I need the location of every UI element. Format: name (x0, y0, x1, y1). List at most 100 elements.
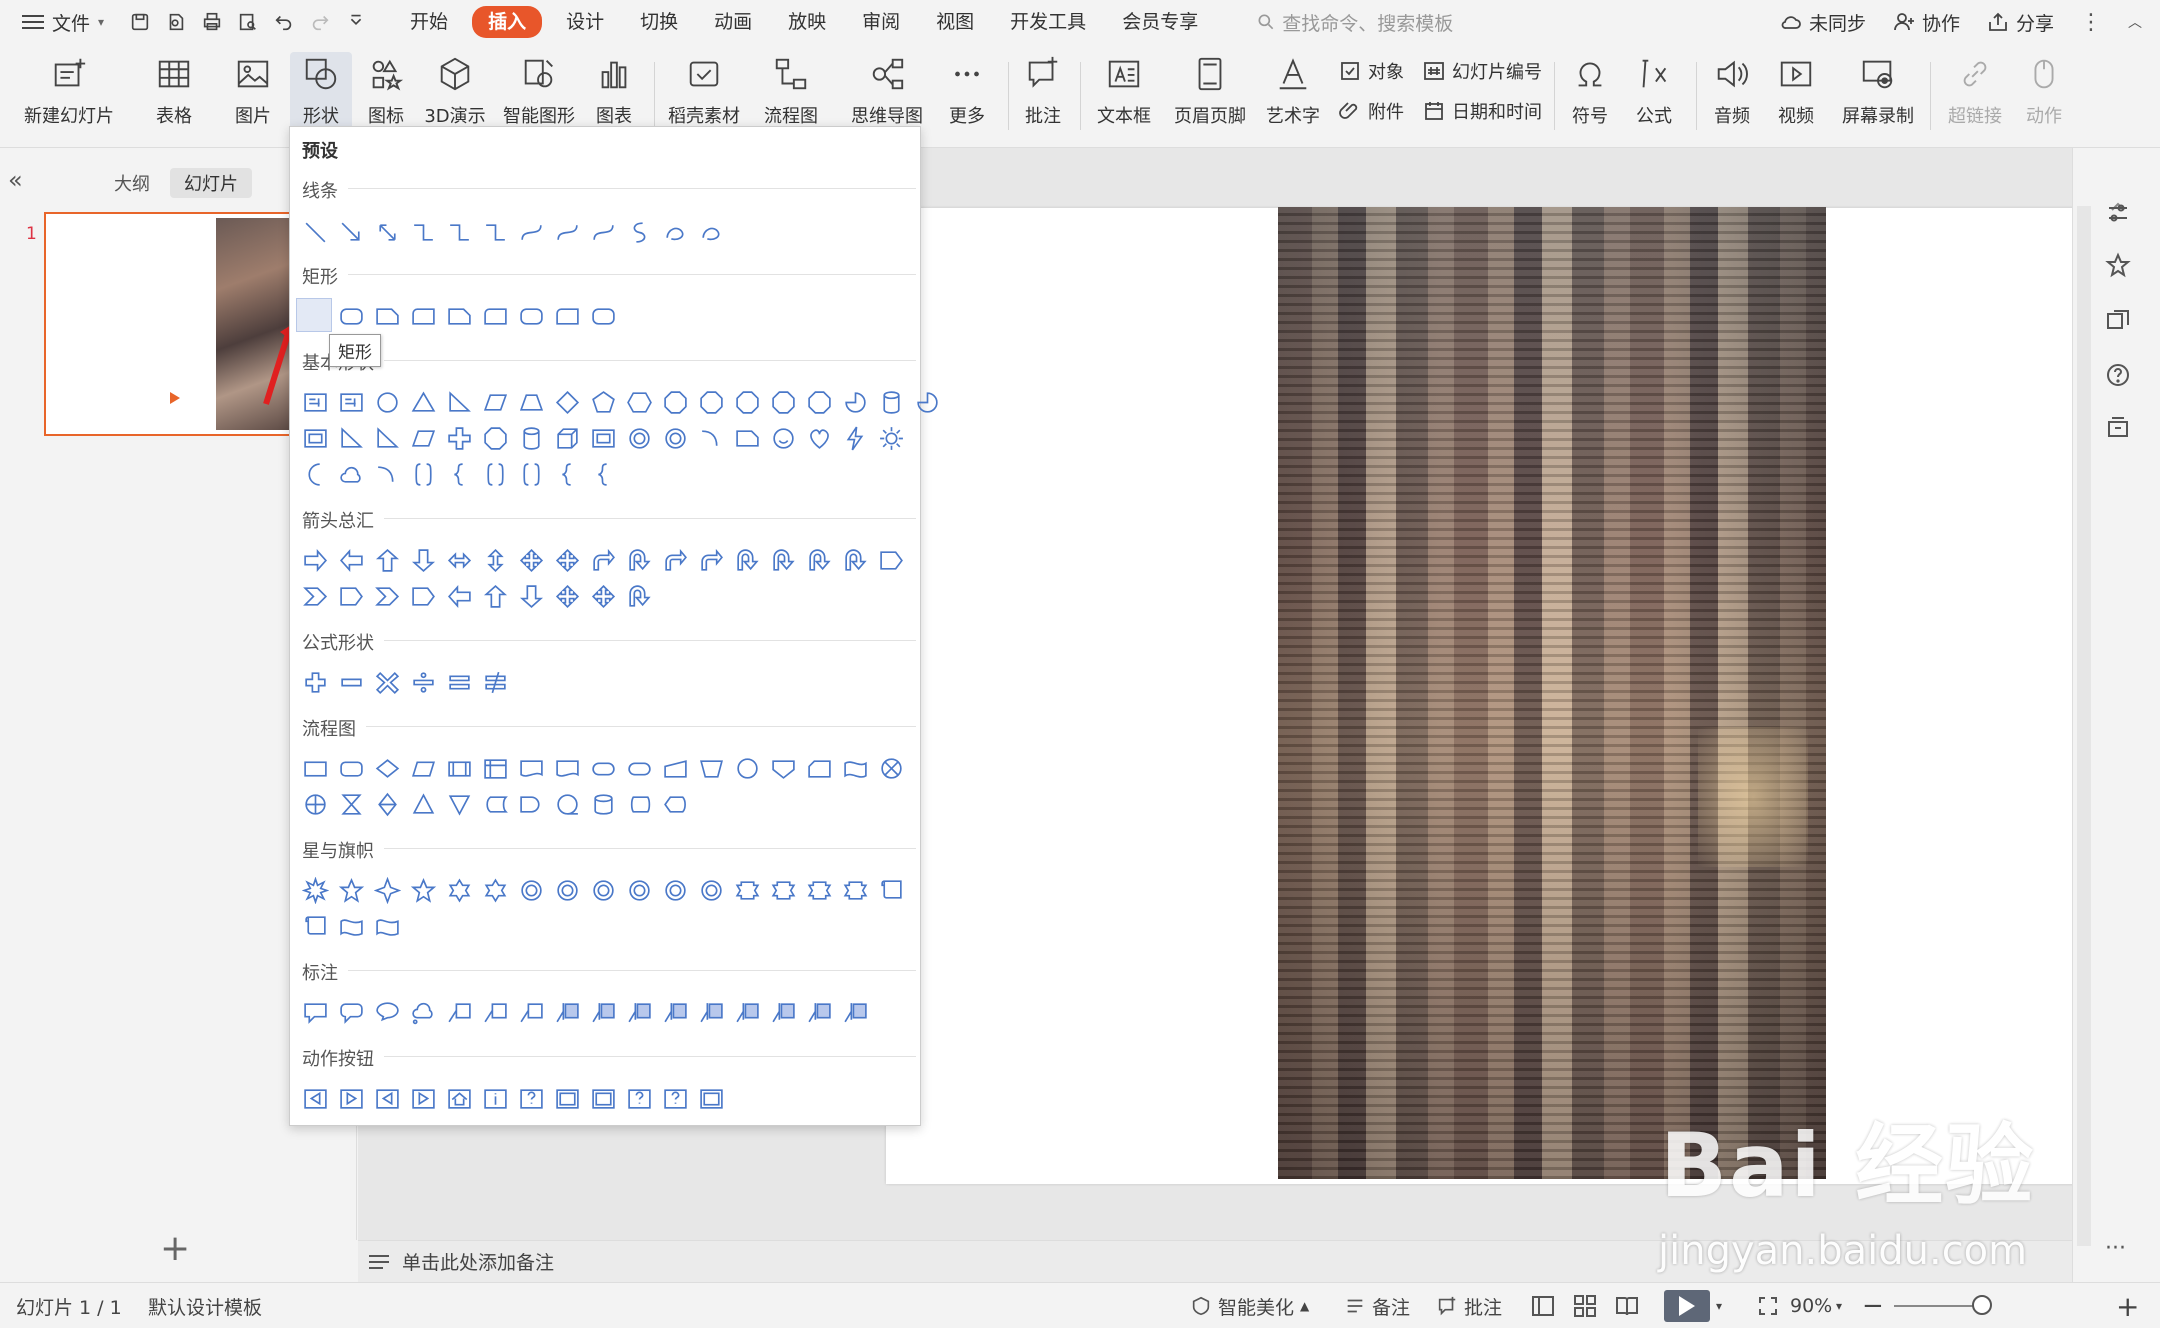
co-acc-shape-icon[interactable] (662, 999, 689, 1026)
object-button[interactable]: 对象 (1338, 58, 1404, 84)
comment-button[interactable]: 批注 (1018, 52, 1068, 140)
tab-view[interactable]: 视图 (918, 0, 992, 44)
curve-shape-icon[interactable] (554, 219, 581, 246)
slide-thumbnail[interactable] (44, 212, 294, 436)
round1-shape-icon[interactable] (554, 303, 581, 330)
tab-transition[interactable]: 切换 (622, 0, 696, 44)
octa-shape-icon[interactable] (806, 389, 833, 416)
uturn-shape-icon[interactable] (842, 547, 869, 574)
uarr-shape-icon[interactable] (482, 583, 509, 610)
dbl-shape-icon[interactable] (374, 219, 401, 246)
larr-shape-icon[interactable] (338, 547, 365, 574)
larr-shape-icon[interactable] (446, 583, 473, 610)
seal-shape-icon[interactable] (662, 877, 689, 904)
equal-shape-icon[interactable] (446, 669, 473, 696)
collapse-ribbon-icon[interactable]: ︿ (2128, 12, 2142, 32)
star5-shape-icon[interactable] (410, 877, 437, 904)
ab-help-shape-icon[interactable] (626, 1085, 653, 1112)
fc-stor-shape-icon[interactable] (482, 791, 509, 818)
quad-shape-icon[interactable] (590, 583, 617, 610)
co-acc-shape-icon[interactable] (590, 999, 617, 1026)
rectangle-shape-hover[interactable] (296, 298, 332, 332)
file-menu[interactable]: 文件 ▾ (0, 9, 118, 36)
notes-toggle[interactable]: 备注 (1344, 1283, 1410, 1328)
scroll-shape-icon[interactable] (302, 913, 329, 940)
tab-outline[interactable]: 大纲 (100, 168, 164, 198)
star6-shape-icon[interactable] (482, 877, 509, 904)
text-shape-icon[interactable] (338, 389, 365, 416)
octa-shape-icon[interactable] (662, 389, 689, 416)
bracket-shape-icon[interactable] (518, 461, 545, 488)
brace-shape-icon[interactable] (554, 461, 581, 488)
fc-doc-shape-icon[interactable] (518, 755, 545, 782)
ribbon-shape-icon[interactable] (734, 877, 761, 904)
customize-chevron-icon[interactable] (338, 4, 374, 40)
sync-button[interactable]: 未同步 (1779, 9, 1866, 36)
co-acc-shape-icon[interactable] (554, 999, 581, 1026)
more-menu-icon[interactable]: ⋮ (2080, 10, 2102, 35)
scurve-shape-icon[interactable] (626, 219, 653, 246)
diamond-shape-icon[interactable] (554, 389, 581, 416)
share-button[interactable]: 分享 (1986, 9, 2054, 36)
play-slideshow-button[interactable] (1664, 1283, 1710, 1328)
times-shape-icon[interactable] (374, 669, 401, 696)
fc-seq-shape-icon[interactable] (554, 791, 581, 818)
star4-shape-icon[interactable] (373, 876, 402, 905)
fc-dir-shape-icon[interactable] (626, 791, 653, 818)
slide-number-button[interactable]: 幻灯片编号 (1422, 58, 1542, 84)
star5-shape-icon[interactable] (338, 877, 365, 904)
donut-shape-icon[interactable] (662, 425, 689, 452)
help-icon[interactable] (2105, 362, 2131, 388)
fc-or-shape-icon[interactable] (302, 791, 329, 818)
chev-shape-icon[interactable] (374, 583, 401, 610)
collab-button[interactable]: 协作 (1892, 9, 1960, 36)
arc-shape-icon[interactable] (698, 425, 725, 452)
zoom-chevron-icon[interactable]: ▾ (1836, 1283, 1842, 1328)
uturn-shape-icon[interactable] (770, 547, 797, 574)
elbow-shape-icon[interactable] (410, 219, 437, 246)
co-oval-shape-icon[interactable] (374, 999, 401, 1026)
attachment-button[interactable]: 附件 (1338, 98, 1404, 124)
pent-shape-icon[interactable] (338, 583, 365, 610)
pie-shape-icon[interactable] (842, 389, 869, 416)
comments-toggle[interactable]: 批注 (1436, 1283, 1502, 1328)
arc-shape-icon[interactable] (374, 461, 401, 488)
output-icon[interactable] (158, 4, 194, 40)
audio-button[interactable]: 音频 (1704, 52, 1760, 140)
line-shape-icon[interactable] (302, 219, 329, 246)
fc-pre-shape-icon[interactable] (446, 755, 473, 782)
bolt-shape-icon[interactable] (842, 425, 869, 452)
add-slide-icon[interactable]: + (160, 1228, 190, 1269)
wave-shape-icon[interactable] (374, 913, 401, 940)
text-shape-icon[interactable] (302, 389, 329, 416)
pent-shape-icon[interactable] (410, 583, 437, 610)
fc-disp-shape-icon[interactable] (662, 791, 689, 818)
tab-insert[interactable]: 插入 (472, 6, 543, 38)
fc-disk-shape-icon[interactable] (590, 791, 617, 818)
fc-card-shape-icon[interactable] (806, 755, 833, 782)
quad-shape-icon[interactable] (554, 547, 581, 574)
ab-next-shape-icon[interactable] (338, 1085, 365, 1112)
elbow-shape-icon[interactable] (446, 219, 473, 246)
ab-help-shape-icon[interactable] (518, 1085, 545, 1112)
darr-shape-icon[interactable] (518, 583, 545, 610)
rtri-shape-icon[interactable] (338, 425, 365, 452)
tab-slides[interactable]: 幻灯片 (170, 168, 252, 198)
seal-shape-icon[interactable] (554, 877, 581, 904)
transition-icon[interactable] (2105, 308, 2131, 334)
screen-record-button[interactable]: 屏幕录制 (1836, 52, 1920, 140)
curve-shape-icon[interactable] (518, 219, 545, 246)
scroll-shape-icon[interactable] (878, 877, 905, 904)
ab-blank-shape-icon[interactable] (698, 1085, 725, 1112)
fc-delay-shape-icon[interactable] (518, 791, 545, 818)
uturn-shape-icon[interactable] (626, 547, 653, 574)
normal-view-button[interactable] (1530, 1283, 1556, 1328)
tab-member[interactable]: 会员专享 (1104, 0, 1216, 44)
rtri-shape-icon[interactable] (446, 389, 473, 416)
ab-blank-shape-icon[interactable] (554, 1085, 581, 1112)
co-cloud-shape-icon[interactable] (410, 999, 437, 1026)
fc-circ-shape-icon[interactable] (734, 755, 761, 782)
zoom-in-icon[interactable]: + (2116, 1283, 2139, 1328)
grid-view-button[interactable] (1572, 1283, 1598, 1328)
star6-shape-icon[interactable] (446, 877, 473, 904)
